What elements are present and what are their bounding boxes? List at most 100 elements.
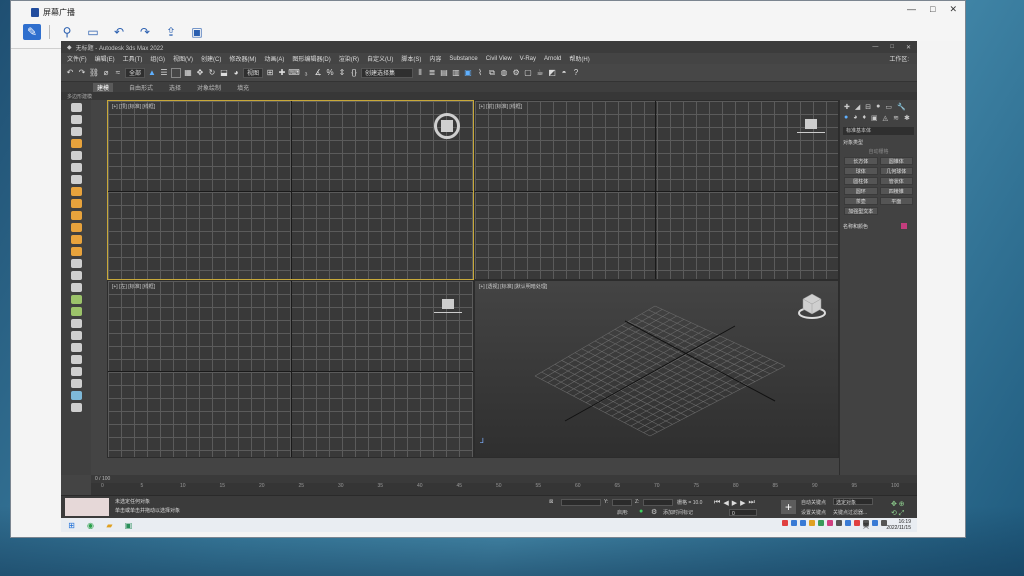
- spacewarps-icon[interactable]: ≋: [893, 114, 899, 122]
- viewcube-icon[interactable]: [797, 291, 827, 321]
- cone-button[interactable]: 圆锥体: [879, 157, 913, 165]
- shape-icon[interactable]: [70, 175, 82, 184]
- pyramid-button[interactable]: 四棱锥: [879, 187, 913, 195]
- fluid-icon[interactable]: [70, 355, 82, 364]
- tube-icon[interactable]: [70, 139, 82, 148]
- render-frame-icon[interactable]: ▢: [523, 68, 533, 78]
- next-frame-icon[interactable]: ▶: [740, 499, 745, 507]
- menu-graph-editors[interactable]: 图形编辑器(D): [292, 54, 330, 63]
- geosphere-button[interactable]: 几何球体: [879, 167, 913, 175]
- hierarchy-tab-icon[interactable]: ⊟: [865, 103, 871, 111]
- vray-icon[interactable]: ◩: [547, 68, 557, 78]
- selection-filter-dropdown[interactable]: 全部: [125, 67, 146, 78]
- move-icon[interactable]: ✥: [195, 68, 205, 78]
- tray-icon[interactable]: [809, 520, 815, 526]
- text-icon[interactable]: [70, 367, 82, 376]
- tray-icon[interactable]: [791, 520, 797, 526]
- cube-icon[interactable]: [70, 271, 82, 280]
- current-frame-field[interactable]: 0: [729, 509, 757, 517]
- viewport-label-top[interactable]: [+] [顶] [标准] [线框]: [112, 103, 155, 110]
- windows-start-icon[interactable]: ⊞: [67, 521, 76, 530]
- menu-file[interactable]: 文件(F): [67, 54, 87, 63]
- unlink-icon[interactable]: ⌀: [101, 68, 111, 78]
- maxscript-listener[interactable]: [65, 498, 109, 516]
- screen-icon[interactable]: ▭: [84, 24, 102, 40]
- select-by-name-icon[interactable]: ☰: [159, 68, 169, 78]
- menu-animation[interactable]: 动画(A): [264, 54, 284, 63]
- motion-tab-icon[interactable]: ●: [876, 103, 880, 111]
- ribbon-tab-populate[interactable]: 填充: [237, 83, 249, 92]
- display-icon[interactable]: [70, 391, 82, 400]
- rect-selection-icon[interactable]: [171, 67, 182, 78]
- zoom-icon[interactable]: ⚲: [58, 24, 76, 40]
- redo-icon[interactable]: ↷: [136, 24, 154, 40]
- time-tag-icon[interactable]: ⚙: [651, 508, 657, 516]
- toggle-scene-explorer-icon[interactable]: ▤: [439, 68, 449, 78]
- snap-icon[interactable]: ₃: [301, 68, 311, 78]
- arnold-icon[interactable]: ◓: [559, 68, 569, 78]
- named-selection-dropdown[interactable]: 创建选择集: [361, 67, 414, 78]
- menu-arnold[interactable]: Arnold: [544, 56, 561, 62]
- add-time-tag-button[interactable]: 添加时间标记: [663, 509, 693, 516]
- torus-icon[interactable]: [70, 199, 82, 208]
- help-icon[interactable]: ?: [571, 68, 581, 78]
- viewport-top[interactable]: [+] [顶] [标准] [线框]: [107, 100, 474, 280]
- category-dropdown[interactable]: 标准基本体: [843, 127, 914, 135]
- goto-end-icon[interactable]: ⏭: [748, 499, 754, 507]
- browser-icon[interactable]: ◉: [86, 521, 95, 530]
- autogrid-checkbox[interactable]: 自动栅格: [840, 148, 917, 155]
- tube-button[interactable]: 管状体: [879, 177, 913, 185]
- layer-explorer-icon[interactable]: ▥: [451, 68, 461, 78]
- time-slider[interactable]: 0 / 100: [91, 475, 917, 483]
- select-object-icon[interactable]: ▲: [147, 68, 157, 78]
- create-tab-icon[interactable]: ✚: [844, 103, 850, 111]
- tray-icon[interactable]: [782, 520, 788, 526]
- flame-icon[interactable]: [70, 235, 82, 244]
- rotate-icon[interactable]: ↻: [207, 68, 217, 78]
- material-editor-icon[interactable]: ◍: [499, 68, 509, 78]
- torus-button[interactable]: 圆环: [844, 187, 878, 195]
- leaf-icon[interactable]: [70, 307, 82, 316]
- viewcube-icon[interactable]: [805, 119, 817, 129]
- prev-frame-icon[interactable]: ◀: [723, 499, 728, 507]
- spinner-snap-icon[interactable]: ⇕: [337, 68, 347, 78]
- particles-icon[interactable]: [70, 259, 82, 268]
- ribbon-tab-freeform[interactable]: 自由形式: [129, 83, 153, 92]
- menu-content[interactable]: 内容: [429, 54, 441, 63]
- place-icon[interactable]: ◕: [231, 68, 241, 78]
- menu-vray[interactable]: V-Ray: [520, 56, 536, 62]
- menu-modifiers[interactable]: 修改器(M): [229, 54, 256, 63]
- viewport-left[interactable]: [+] [左] [标准] [线框]: [107, 280, 474, 458]
- max-maximize-button[interactable]: □: [890, 44, 894, 51]
- cone-icon[interactable]: [70, 187, 82, 196]
- navigation-icon[interactable]: ✥ ⊕: [891, 500, 905, 508]
- sun-icon[interactable]: [70, 247, 82, 256]
- render-setup-icon[interactable]: ⚙: [511, 68, 521, 78]
- viewport-label-left[interactable]: [+] [左] [标准] [线框]: [112, 283, 155, 290]
- set-key-mode-button[interactable]: 设置关键点: [801, 509, 826, 516]
- menu-edit[interactable]: 编辑(E): [95, 54, 115, 63]
- edit-named-selection-icon[interactable]: {}: [349, 68, 359, 78]
- teapot-icon[interactable]: [70, 283, 82, 292]
- orbit-icon[interactable]: ⟲ ⤢: [891, 509, 904, 518]
- menu-views[interactable]: 视图(V): [173, 54, 193, 63]
- goto-start-icon[interactable]: ⏮: [714, 499, 720, 507]
- ribbon-tab-modeling[interactable]: 建模: [93, 82, 114, 92]
- menu-scripting[interactable]: 脚本(S): [401, 54, 421, 63]
- close-button[interactable]: ✕: [949, 4, 957, 15]
- menu-customize[interactable]: 自定义(U): [367, 54, 393, 63]
- max-minimize-button[interactable]: —: [872, 44, 878, 51]
- cut-icon[interactable]: [70, 295, 82, 304]
- enabled-indicator-icon[interactable]: ●: [639, 508, 643, 515]
- pen-icon[interactable]: ✎: [23, 24, 41, 40]
- selected-object-dropdown[interactable]: 选定对象: [833, 498, 873, 506]
- bind-space-warp-icon[interactable]: ≈: [113, 68, 123, 78]
- viewport-perspective[interactable]: [+] [透视] [标准] [默认明暗处理] ⅃: [474, 280, 839, 458]
- menu-help[interactable]: 帮助(H): [569, 54, 589, 63]
- helpers-icon[interactable]: ◬: [883, 114, 888, 122]
- curve-editor-icon[interactable]: ⌇: [475, 68, 485, 78]
- sphere-icon[interactable]: [70, 115, 82, 124]
- tray-icon[interactable]: [836, 520, 842, 526]
- key-filters-button[interactable]: 关键点过滤器...: [833, 509, 867, 516]
- ribbon-toggle-icon[interactable]: ▣: [463, 68, 473, 78]
